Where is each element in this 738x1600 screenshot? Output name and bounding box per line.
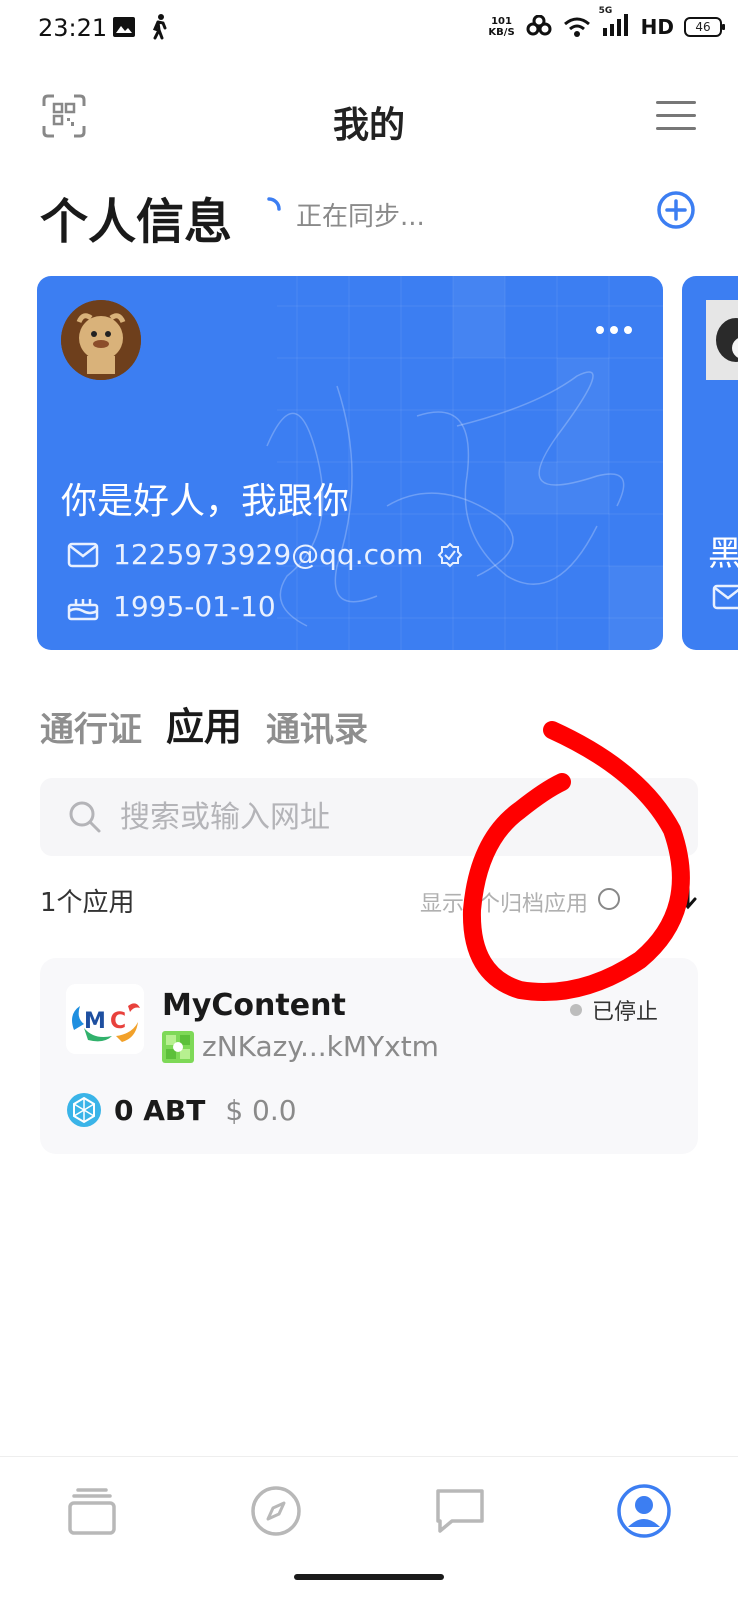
abt-token-icon — [67, 1093, 101, 1127]
gallery-notification-icon — [113, 17, 135, 37]
app-status-label: 已停止 — [591, 1000, 658, 1025]
nav-wallet[interactable] — [62, 1481, 122, 1541]
balance-usd: $ 0.0 — [225, 1093, 297, 1127]
app-balance: 0 ABT $ 0.0 — [66, 1092, 297, 1128]
walking-icon — [152, 14, 167, 40]
search-icon — [69, 801, 101, 833]
nav-messages[interactable] — [430, 1481, 490, 1541]
verified-badge-icon — [437, 542, 463, 567]
battery-indicator: 46 — [684, 17, 725, 37]
svg-text:C: C — [110, 1009, 126, 1034]
net-speed: 101 KB/S — [488, 16, 515, 38]
signal-icon — [602, 14, 628, 36]
menu-icon — [656, 101, 696, 130]
app-count: 1个应用 — [40, 888, 135, 918]
avatar-cartoon-image — [61, 300, 141, 380]
nav-explore[interactable] — [246, 1481, 306, 1541]
app-name: MyContent — [162, 988, 346, 1023]
app-card[interactable]: M C MyContent zNKazy...kMYxtm 已停止 0 ABT … — [40, 958, 698, 1154]
birthday-cake-icon — [67, 598, 99, 620]
profile-birthday-row: 1995-01-10 — [67, 590, 276, 623]
status-time: 23:21 — [38, 14, 108, 42]
sort-down-icon — [679, 882, 697, 910]
wallet-icon — [68, 1488, 116, 1535]
hd-indicator: HD — [640, 15, 674, 39]
profile-email: 1225973929@qq.com — [113, 538, 424, 571]
tab-apps[interactable]: 应用 — [166, 696, 242, 751]
profile-card-next[interactable]: 黑 — [682, 276, 738, 650]
sync-status: 正在同步... — [296, 202, 425, 232]
apps-header: 1个应用 显示0个归档应用 — [40, 878, 698, 922]
menu-button[interactable] — [654, 98, 698, 134]
network-type: 5G — [598, 6, 613, 16]
search-bar — [40, 778, 698, 856]
svg-text:M: M — [84, 1009, 106, 1034]
app-did-row: zNKazy...kMYxtm — [162, 1030, 439, 1063]
profile-name: 你是好人，我跟你 — [61, 481, 350, 522]
profile-icon — [617, 1484, 671, 1538]
profile-card[interactable]: 你是好人，我跟你 1225973929@qq.com 1995-01-10 — [37, 276, 663, 650]
archive-label: 显示0个归档应用 — [420, 892, 588, 917]
search-input[interactable] — [120, 799, 640, 835]
tab-pass[interactable]: 通行证 — [40, 702, 142, 751]
nav-profile[interactable] — [614, 1481, 674, 1541]
app-did: zNKazy...kMYxtm — [202, 1030, 439, 1063]
profile-name-next: 黑 — [708, 534, 738, 574]
archive-toggle[interactable] — [598, 888, 620, 910]
section-title: 个人信息 — [40, 194, 233, 250]
profile-email-row: 1225973929@qq.com — [67, 538, 463, 571]
more-icon — [596, 326, 632, 334]
tab-bar: 通行证 应用 通讯录 — [40, 696, 368, 751]
sort-button[interactable] — [678, 882, 698, 917]
tab-contacts[interactable]: 通讯录 — [266, 702, 368, 751]
app-status: 已停止 — [569, 994, 658, 1026]
hotspot-icon — [526, 15, 552, 36]
status-bar: 23:21 101 KB/S 5G HD 46 — [0, 0, 738, 64]
avatar-cat-image — [706, 300, 738, 380]
wifi-icon — [563, 17, 590, 37]
avatar — [706, 300, 738, 380]
avatar — [61, 300, 141, 380]
mycontent-logo-icon: M C — [66, 984, 144, 1054]
status-dot-icon — [569, 1004, 582, 1016]
home-indicator — [294, 1574, 444, 1580]
chat-icon — [436, 1489, 484, 1533]
app-logo: M C — [66, 984, 144, 1054]
plus-circle-icon — [657, 191, 695, 229]
compass-icon — [251, 1486, 301, 1536]
card-more-button[interactable] — [595, 320, 633, 339]
balance-amount: 0 ABT — [114, 1093, 206, 1127]
page-title: 我的 — [332, 105, 405, 146]
mail-icon — [712, 584, 738, 610]
add-profile-button[interactable] — [656, 190, 696, 230]
mail-icon — [67, 542, 99, 567]
profile-birthday: 1995-01-10 — [113, 590, 276, 623]
did-avatar-icon — [162, 1030, 194, 1063]
sync-spinner-icon — [267, 197, 281, 211]
